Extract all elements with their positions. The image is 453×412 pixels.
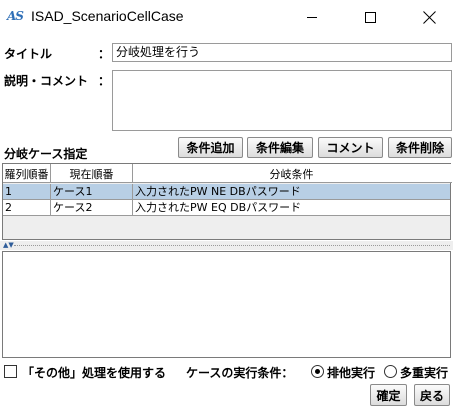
cell-condition: 入力されたPW NE DBパスワード [133,184,450,200]
cell-order: 1 [3,184,51,200]
detail-area[interactable] [2,251,451,358]
column-header-current[interactable]: 現在順番 [51,164,133,183]
description-colon: ： [98,74,111,88]
description-textarea[interactable] [112,70,452,131]
exclusive-radio[interactable] [311,365,324,378]
options-row: 「その他」処理を使用する ケースの実行条件： 排他実行 多重実行 [0,363,453,380]
title-label: タイトル [4,47,53,61]
table-row[interactable]: 2 ケース2 入力されたPW EQ DBパスワード [3,200,450,216]
column-header-condition[interactable]: 分岐条件 [133,164,450,183]
split-arrows-icon[interactable]: ▲▼ [3,241,14,250]
cell-current: ケース1 [51,184,133,200]
divider-grip [14,245,450,246]
delete-condition-button[interactable]: 条件削除 [388,137,452,158]
minimize-button[interactable] [290,0,334,34]
app-icon: AS [7,9,24,23]
split-divider[interactable]: ▲▼ [0,241,453,250]
multiple-radio[interactable] [384,365,397,378]
cell-current: ケース2 [51,200,133,216]
maximize-button[interactable] [348,0,392,34]
back-button[interactable]: 戻る [414,384,450,406]
case-table: 羅列順番 現在順番 分岐条件 1 ケース1 入力されたPW NE DBパスワード… [2,163,452,240]
add-condition-button[interactable]: 条件追加 [178,137,243,158]
window-title: ISAD_ScenarioCellCase [31,8,184,24]
cell-order: 2 [3,200,51,216]
comment-button[interactable]: コメント [318,137,383,158]
use-other-checkbox[interactable] [4,365,17,378]
use-other-label[interactable]: 「その他」処理を使用する [22,364,166,381]
minimize-icon [307,16,317,18]
table-header: 羅列順番 現在順番 分岐条件 [3,164,452,183]
maximize-icon [364,11,376,23]
confirm-button[interactable]: 確定 [370,384,407,406]
title-input[interactable]: 分岐処理を行う [112,43,452,62]
title-bar: AS ISAD_ScenarioCellCase [0,0,453,34]
case-section-label: 分岐ケース指定 [4,147,88,161]
title-colon: ： [98,47,111,61]
close-button[interactable] [407,0,451,34]
table-row[interactable]: 1 ケース1 入力されたPW NE DBパスワード [3,184,450,200]
close-icon [423,11,436,24]
cell-condition: 入力されたPW EQ DBパスワード [133,200,450,216]
exclusive-label[interactable]: 排他実行 [327,364,375,381]
multiple-label[interactable]: 多重実行 [400,364,448,381]
description-label: 説明・コメント [4,74,89,88]
column-header-order[interactable]: 羅列順番 [3,164,51,183]
edit-condition-button[interactable]: 条件編集 [247,137,313,158]
exec-condition-label: ケースの実行条件： [186,366,294,380]
